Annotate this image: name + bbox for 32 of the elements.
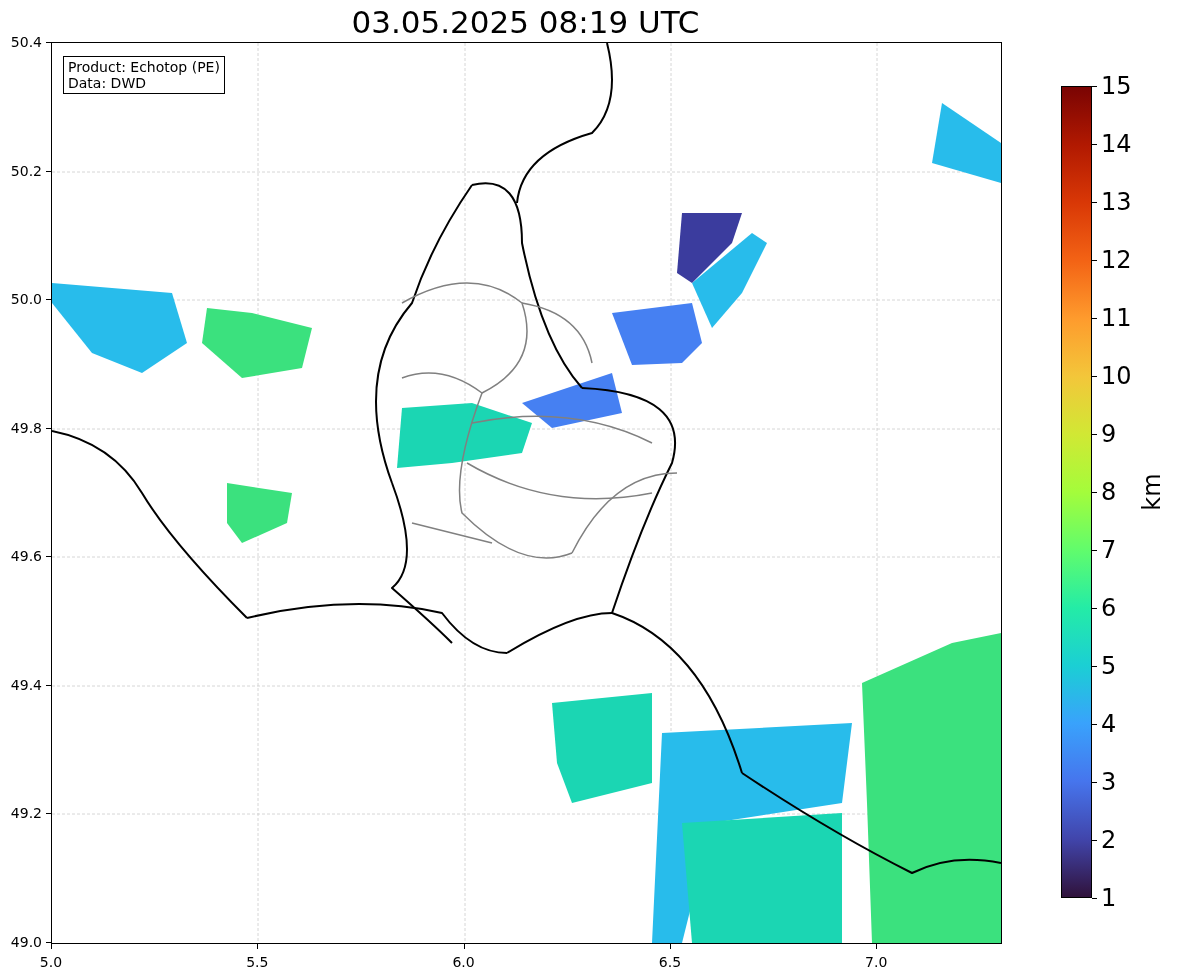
colorbar-tick-label: 10 [1101,363,1132,389]
info-text: Product: Echotop (PE) [68,59,220,75]
colorbar-tick-label: 11 [1101,305,1132,331]
colorbar-tick-label: 1 [1101,885,1117,911]
colorbar-tick-label: 6 [1101,595,1117,621]
y-tick-label: 49.4 [10,676,42,693]
x-tick-label: 6.5 [658,953,682,972]
y-tick-label: 50.2 [10,162,42,179]
y-tick-label: 50.4 [10,34,42,50]
colorbar-tick-label: 14 [1101,131,1132,157]
info-text: Data: DWD [68,75,147,91]
x-tick-label: 5.0 [39,953,63,972]
colorbar-label: km [1137,473,1167,511]
colorbar-tick-label: 9 [1101,421,1117,447]
colorbar-tick-label: 8 [1101,479,1117,505]
colorbar-tick-label: 7 [1101,537,1117,563]
y-tick-label: 49.6 [10,548,42,565]
colorbar-tick-label: 15 [1101,73,1132,99]
y-tick-label: 49.2 [10,805,42,822]
chart-title: 03.05.2025 08:19 UTC [351,4,700,40]
colorbar-tick-label: 13 [1101,189,1132,215]
x-tick-label: 5.5 [246,953,269,972]
colorbar-tick-label: 2 [1101,827,1117,853]
x-tick-label: 7.0 [865,953,888,972]
x-tick-label: 6.0 [452,953,475,972]
colorbar-tick-label: 5 [1101,653,1117,679]
colorbar-tick-label: 3 [1101,769,1117,795]
y-tick-label: 49.8 [10,419,42,436]
colorbar-tick-label: 12 [1101,247,1132,273]
y-tick-label: 49.0 [10,934,42,950]
y-tick-label: 50.0 [10,291,42,308]
colorbar-tick-label: 4 [1101,711,1117,737]
